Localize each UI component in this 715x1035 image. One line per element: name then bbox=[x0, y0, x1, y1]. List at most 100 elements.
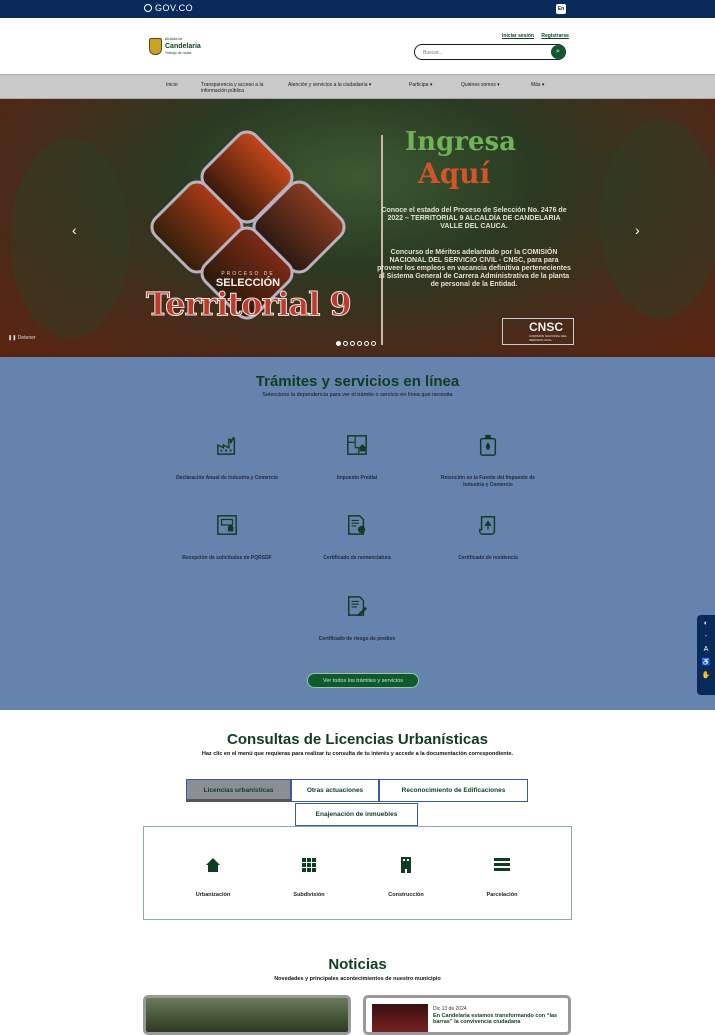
hero-text-concurso: Concurso de Méritos adelantado por la CO… bbox=[377, 249, 571, 288]
nav-item-quienes-somos[interactable]: Quiénes somos ▾ bbox=[461, 82, 500, 88]
licencias-subtitle: Haz clic en el menú que requieras para r… bbox=[201, 751, 514, 757]
site-logo[interactable]: Alcaldía de Candelaria Trabajo de rodas bbox=[149, 36, 201, 57]
tramite-item[interactable]: Impuesto Predial bbox=[302, 434, 412, 482]
search-input[interactable] bbox=[423, 48, 543, 57]
tramite-item[interactable]: Certificado de riesgo de predios bbox=[302, 595, 412, 643]
carousel-dot[interactable] bbox=[364, 341, 369, 346]
cnsc-subtitle: COMISIÓN NACIONAL DEL SERVICIO CIVIL bbox=[529, 334, 567, 342]
tramite-label: Retención en la Fuente del Impuesto de I… bbox=[440, 475, 536, 488]
view-all-tramites-button[interactable]: Ver todos los trámites y servicios bbox=[307, 673, 419, 688]
tramite-label: Declaración Anual de Industria y Comerci… bbox=[176, 475, 278, 481]
document-pen-icon bbox=[348, 596, 368, 617]
scroll-tree-icon bbox=[479, 516, 496, 535]
nav-item-mas[interactable]: Más ▾ bbox=[531, 82, 544, 88]
nav-item-inicio[interactable]: Inicio bbox=[166, 82, 178, 88]
coat-of-arms-icon bbox=[149, 38, 162, 55]
logo-name: Candelaria bbox=[165, 43, 201, 50]
hero-aqui[interactable]: Aquí bbox=[418, 157, 490, 190]
carousel-dot[interactable] bbox=[336, 341, 341, 346]
nav-item-atencion[interactable]: Atención y servicios a la ciudadanía ▾ bbox=[288, 82, 371, 88]
hero-divider bbox=[381, 135, 383, 345]
search-box: ⌕ bbox=[414, 44, 566, 60]
increase-font-icon[interactable]: A bbox=[697, 646, 715, 654]
licencia-item[interactable]: Construcción bbox=[366, 857, 446, 898]
nav-item-transparencia[interactable]: Transparencia y acceso a la información … bbox=[201, 82, 273, 94]
accessibility-toolbar: ◐ - A ♿ ✋ bbox=[697, 615, 715, 695]
tramites-subtitle: Seleccione la dependencia para ver el tr… bbox=[262, 392, 453, 398]
licencia-label: Construcción bbox=[388, 892, 424, 898]
nav-item-participa[interactable]: Participa ▾ bbox=[409, 82, 432, 88]
tramite-item[interactable]: Declaración Anual de Industria y Comerci… bbox=[172, 434, 282, 482]
tramites-section: Trámites y servicios en línea Seleccione… bbox=[0, 357, 715, 710]
pause-icon: ❚❚ bbox=[8, 335, 18, 341]
tramite-item[interactable]: Certificado de residencia bbox=[433, 514, 543, 562]
main-nav: Inicio Transparencia y acceso a la infor… bbox=[0, 74, 715, 99]
carousel-prev-icon[interactable]: ‹ bbox=[72, 222, 77, 238]
carousel-dot[interactable] bbox=[357, 341, 362, 346]
tramite-item[interactable]: Certificado de nomenclatura bbox=[302, 514, 412, 562]
tramites-title: Trámites y servicios en línea bbox=[255, 373, 460, 390]
govco-logo-text: GOV.CO bbox=[155, 3, 194, 13]
logo-prefix: Alcaldía de bbox=[165, 37, 183, 41]
licencia-label: Urbanización bbox=[195, 892, 231, 898]
tramite-label: Recepción de solicitudes de PQRSDF bbox=[182, 555, 272, 561]
tab-licencias-urbanisticas[interactable]: Licencias urbanísticas bbox=[186, 779, 291, 802]
auth-links: Iniciar sesión Registrarse bbox=[496, 33, 569, 39]
carousel-dot[interactable] bbox=[350, 341, 355, 346]
hero-text-status: Conoce el estado del Proceso de Selecció… bbox=[381, 207, 567, 230]
certificate-icon bbox=[348, 515, 366, 535]
login-link[interactable]: Iniciar sesión bbox=[502, 33, 534, 39]
licencias-title: Consultas de Licencias Urbanísticas bbox=[227, 731, 488, 748]
tramite-item[interactable]: Retención en la Fuente del Impuesto de I… bbox=[433, 434, 543, 489]
licencia-item[interactable]: Parcelación bbox=[462, 857, 542, 898]
bottle-fire-icon bbox=[479, 434, 497, 456]
tramite-label: Certificado de residencia bbox=[458, 555, 518, 561]
carousel-dot[interactable] bbox=[371, 341, 376, 346]
licencia-item[interactable]: Subdivisión bbox=[269, 857, 349, 898]
govco-emblem-icon bbox=[144, 4, 152, 12]
home-icon bbox=[206, 858, 220, 872]
hero-carousel: PROCESO DE SELECCIÓN Territorial 9 Ingre… bbox=[0, 99, 715, 357]
carousel-next-icon[interactable]: › bbox=[635, 222, 640, 238]
news-date: Dic 13 de 2024 bbox=[433, 1006, 467, 1012]
tramite-label: Certificado de nomenclatura bbox=[323, 555, 391, 561]
licencia-item[interactable]: Urbanización bbox=[173, 857, 253, 898]
grid-icon bbox=[302, 858, 316, 872]
fern-decoration bbox=[10, 139, 130, 339]
inbox-map-icon bbox=[217, 515, 237, 535]
carousel-dot[interactable] bbox=[343, 341, 348, 346]
search-button[interactable]: ⌕ bbox=[551, 45, 565, 59]
news-card-featured[interactable] bbox=[143, 995, 351, 1035]
tab-otras-actuaciones[interactable]: Otras actuaciones bbox=[291, 779, 379, 802]
tramite-item[interactable]: Recepción de solicitudes de PQRSDF bbox=[172, 514, 282, 562]
tab-reconocimiento-edificaciones[interactable]: Reconocimiento de Edificaciones bbox=[379, 779, 528, 802]
govco-bar: GOV.CO En bbox=[0, 0, 715, 18]
building-icon bbox=[401, 857, 411, 873]
news-card[interactable]: Dic 13 de 2024 En Candelaria estamos tra… bbox=[363, 995, 571, 1035]
noticias-title: Noticias bbox=[328, 956, 387, 973]
licencias-panel: Urbanización Subdivisión Construcción Pa… bbox=[143, 826, 572, 920]
search-icon: ⌕ bbox=[556, 48, 560, 55]
list-bars-icon bbox=[494, 858, 510, 871]
site-header: Alcaldía de Candelaria Trabajo de rodas … bbox=[0, 18, 715, 74]
carousel-pause-button[interactable]: ❚❚ Detener bbox=[8, 335, 36, 341]
fern-decoration bbox=[600, 119, 715, 319]
news-headline[interactable]: En Candelaria estamos transformando con … bbox=[433, 1013, 568, 1025]
carousel-indicators bbox=[336, 341, 376, 346]
contrast-icon[interactable]: ◐ bbox=[697, 620, 715, 628]
hero-ingresa[interactable]: Ingresa bbox=[405, 127, 516, 157]
news-thumbnail bbox=[372, 1004, 428, 1032]
accessibility-icon[interactable]: ♿ bbox=[697, 659, 715, 667]
language-button[interactable]: En bbox=[556, 4, 566, 14]
govco-logo[interactable]: GOV.CO bbox=[144, 3, 193, 13]
register-link[interactable]: Registrarse bbox=[541, 33, 569, 39]
hero-territorial: Territorial 9 bbox=[146, 285, 353, 324]
logo-tagline: Trabajo de rodas bbox=[165, 51, 192, 55]
licencia-label: Subdivisión bbox=[293, 892, 325, 898]
tramite-label: Certificado de riesgo de predios bbox=[318, 636, 396, 642]
tab-enajenacion-inmuebles[interactable]: Enajenación de inmuebles bbox=[295, 803, 418, 826]
decrease-font-icon[interactable]: - bbox=[697, 633, 715, 641]
factory-icon bbox=[217, 436, 236, 455]
pause-label: Detener bbox=[17, 335, 36, 341]
sign-language-icon[interactable]: ✋ bbox=[697, 672, 715, 680]
